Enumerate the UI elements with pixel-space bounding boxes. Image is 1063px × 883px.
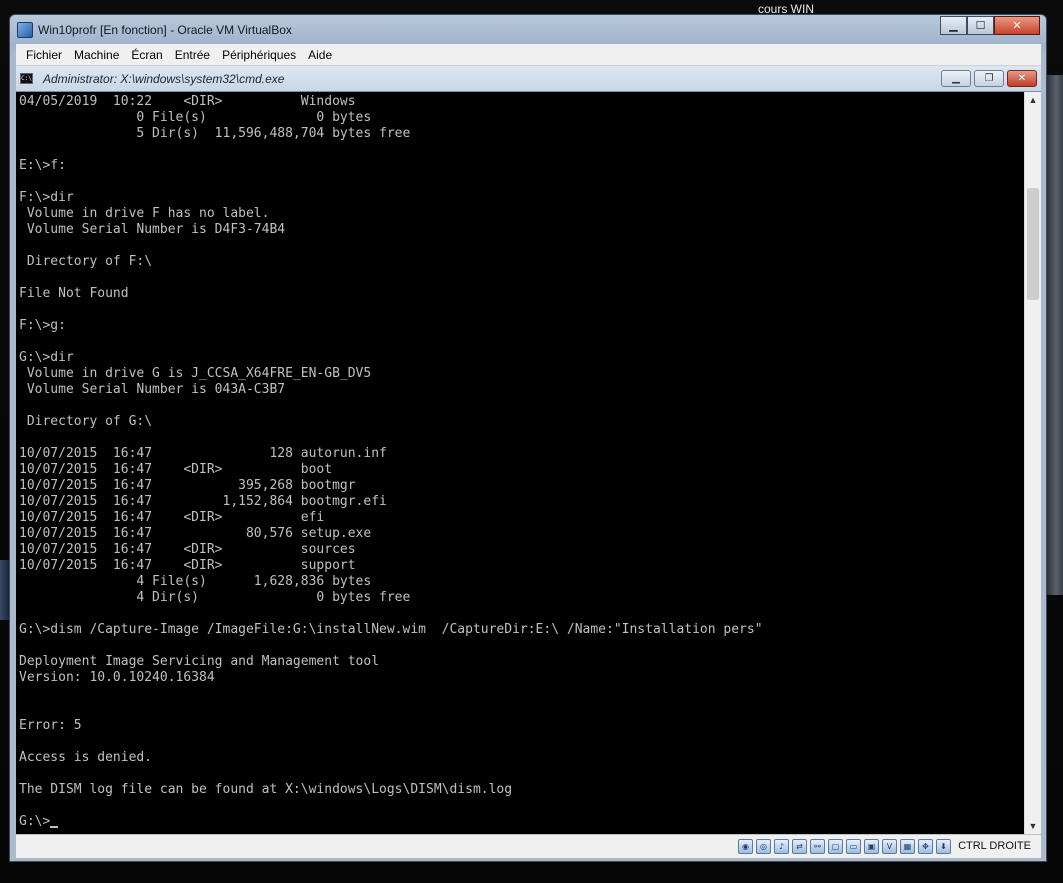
console-line: G:\>dism /Capture-Image /ImageFile:G:\in… <box>19 622 763 637</box>
video-capture-icon[interactable]: ▣ <box>864 839 879 854</box>
maximize-button[interactable]: ☐ <box>967 16 994 35</box>
console-line: The DISM log file can be found at X:\win… <box>19 782 513 797</box>
console-line: 10/07/2015 16:47 <DIR> sources <box>19 542 356 557</box>
console-line: 10/07/2015 16:47 <DIR> boot <box>19 462 333 477</box>
menu-ecran[interactable]: Écran <box>125 48 168 62</box>
mouse-integration-icon[interactable]: ✥ <box>918 839 933 854</box>
console-line: E:\>f: <box>19 158 66 173</box>
console-line: Volume in drive F has no label. <box>19 206 270 221</box>
cmd-titlebar[interactable]: C:\ Administrator: X:\windows\system32\c… <box>16 66 1041 92</box>
console-line: Directory of G:\ <box>19 414 153 429</box>
minimize-button[interactable]: ▁ <box>940 16 967 35</box>
console-scrollbar[interactable]: ▲ ▼ <box>1024 92 1041 834</box>
cmd-window: C:\ Administrator: X:\windows\system32\c… <box>16 66 1041 834</box>
optical-drive-icon[interactable]: ◎ <box>756 839 771 854</box>
console-line: Volume Serial Number is 043A-C3B7 <box>19 382 286 397</box>
console-line: Volume in drive G is J_CCSA_X64FRE_EN-GB… <box>19 366 372 381</box>
cmd-window-title: Administrator: X:\windows\system32\cmd.e… <box>43 72 285 86</box>
console-line: 10/07/2015 16:47 128 autorun.inf <box>19 446 387 461</box>
console-line: Version: 10.0.10240.16384 <box>19 670 215 685</box>
cmd-window-controls: ▁ ❐ ✕ <box>941 70 1037 87</box>
shared-folders-icon[interactable]: ▢ <box>828 839 843 854</box>
menu-entree[interactable]: Entrée <box>169 48 216 62</box>
cpu-icon[interactable]: ▦ <box>900 839 915 854</box>
menu-aide[interactable]: Aide <box>302 48 338 62</box>
console-line: 10/07/2015 16:47 1,152,864 bootmgr.efi <box>19 494 387 509</box>
scroll-up-arrow-icon[interactable]: ▲ <box>1025 92 1041 108</box>
console-line: File Not Found <box>19 286 129 301</box>
vrde-icon[interactable]: V <box>882 839 897 854</box>
network-icon[interactable]: ⇄ <box>792 839 807 854</box>
vbox-window-title: Win10profr [En fonction] - Oracle VM Vir… <box>38 23 292 37</box>
console-line: 04/05/2019 10:22 <DIR> Windows <box>19 94 356 109</box>
console-output[interactable]: 04/05/2019 10:22 <DIR> Windows 0 File(s)… <box>19 94 1019 834</box>
host-key-label: CTRL DROITE <box>958 840 1031 852</box>
close-button[interactable]: ✕ <box>994 16 1040 35</box>
hard-disk-icon[interactable]: ◉ <box>738 839 753 854</box>
console-line: Directory of F:\ <box>19 254 153 269</box>
usb-icon[interactable]: ⚯ <box>810 839 825 854</box>
console-line: 10/07/2015 16:47 395,268 bootmgr <box>19 478 356 493</box>
cmd-icon: C:\ <box>20 73 33 84</box>
scroll-down-arrow-icon[interactable]: ▼ <box>1025 818 1041 834</box>
console-line: Access is denied. <box>19 750 153 765</box>
display-icon[interactable]: ▭ <box>846 839 861 854</box>
console-line: F:\>g: <box>19 318 66 333</box>
console-line: Volume Serial Number is D4F3-74B4 <box>19 222 286 237</box>
console-line: F:\>dir <box>19 190 74 205</box>
keyboard-icon[interactable]: ⬇ <box>936 839 951 854</box>
cmd-minimize-button[interactable]: ▁ <box>941 70 971 87</box>
menu-peripheriques[interactable]: Périphériques <box>216 48 302 62</box>
vbox-menubar: Fichier Machine Écran Entrée Périphériqu… <box>16 44 1041 66</box>
console-line: 4 File(s) 1,628,836 bytes <box>19 574 372 589</box>
vbox-window-controls: ▁ ☐ ✕ <box>940 16 1040 35</box>
cmd-close-button[interactable]: ✕ <box>1007 70 1037 87</box>
audio-icon[interactable]: ♪ <box>774 839 789 854</box>
console-line: Deployment Image Servicing and Managemen… <box>19 654 380 669</box>
cmd-restore-button[interactable]: ❐ <box>974 70 1004 87</box>
vbox-statusbar: ◉ ◎ ♪ ⇄ ⚯ ▢ ▭ ▣ V ▦ ✥ ⬇ CTRL DROITE <box>16 834 1041 858</box>
console-line: 10/07/2015 16:47 <DIR> support <box>19 558 356 573</box>
vbox-titlebar[interactable]: Win10profr [En fonction] - Oracle VM Vir… <box>10 15 1046 45</box>
console-line: 5 Dir(s) 11,596,488,704 bytes free <box>19 126 411 141</box>
virtualbox-window: Win10profr [En fonction] - Oracle VM Vir… <box>9 14 1047 862</box>
scrollbar-thumb[interactable] <box>1027 188 1039 300</box>
console-line: Error: 5 <box>19 718 82 733</box>
background-window-edge <box>1046 75 1063 595</box>
console-line: 4 Dir(s) 0 bytes free <box>19 590 411 605</box>
guest-display[interactable]: C:\ Administrator: X:\windows\system32\c… <box>16 66 1041 834</box>
status-icons: ◉ ◎ ♪ ⇄ ⚯ ▢ ▭ ▣ V ▦ ✥ ⬇ <box>738 839 951 854</box>
virtualbox-icon <box>17 22 33 38</box>
console-line: G:\>dir <box>19 350 74 365</box>
console-line: G:\> <box>19 814 1019 830</box>
console-line: 10/07/2015 16:47 <DIR> efi <box>19 510 325 525</box>
console-line: 10/07/2015 16:47 80,576 setup.exe <box>19 526 372 541</box>
menu-fichier[interactable]: Fichier <box>20 48 68 62</box>
text-cursor <box>50 826 59 828</box>
menu-machine[interactable]: Machine <box>68 48 125 62</box>
console-line: 0 File(s) 0 bytes <box>19 110 372 125</box>
